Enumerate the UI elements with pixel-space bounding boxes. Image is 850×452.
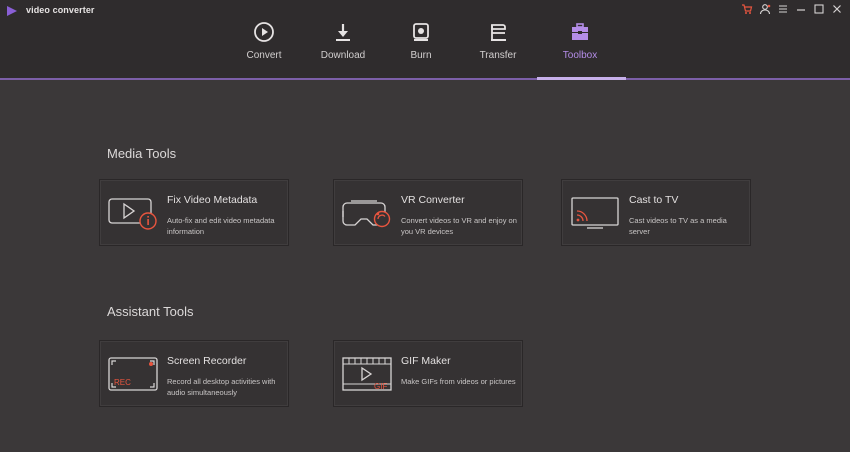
tab-label: Burn — [410, 50, 432, 61]
tab-toolbox[interactable]: Toolbox — [540, 20, 620, 78]
top-bar: video converter Convert Download Burn Tr… — [0, 0, 850, 80]
tab-convert[interactable]: Convert — [224, 20, 304, 78]
card-vr-converter[interactable]: VR Converter Convert videos to VR and en… — [333, 179, 523, 246]
card-title: Screen Recorder — [167, 355, 247, 367]
card-title: Fix Video Metadata — [167, 194, 258, 206]
gif-maker-icon: GIF — [342, 357, 392, 391]
cast-tv-icon — [571, 197, 619, 229]
card-description: Cast videos to TV as a media server — [629, 216, 727, 236]
burn-icon — [409, 20, 433, 44]
card-screen-recorder[interactable]: REC Screen Recorder Record all desktop a… — [99, 340, 289, 407]
tab-label: Convert — [246, 50, 282, 61]
card-cast-to-tv[interactable]: Cast to TV Cast videos to TV as a media … — [561, 179, 751, 246]
transfer-icon — [486, 20, 510, 44]
card-description: Auto-fix and edit video metadata informa… — [167, 216, 275, 236]
tab-label: Transfer — [479, 50, 517, 61]
tab-download[interactable]: Download — [303, 20, 383, 78]
tab-transfer[interactable]: Transfer — [458, 20, 538, 78]
card-gif-maker[interactable]: GIF GIF Maker Make GIFs from videos or p… — [333, 340, 523, 407]
gif-badge: GIF — [374, 382, 387, 391]
card-description: Record all desktop activities with audio… — [167, 377, 276, 397]
card-fix-video-metadata[interactable]: Fix Video Metadata Auto-fix and edit vid… — [99, 179, 289, 246]
card-description: Convert videos to VR and enjoy on you VR… — [401, 216, 517, 236]
tab-burn[interactable]: Burn — [381, 20, 461, 78]
active-tab-indicator — [537, 77, 626, 80]
toolbox-icon — [568, 20, 592, 44]
tab-label: Toolbox — [562, 50, 598, 61]
fix-metadata-icon — [108, 198, 157, 230]
card-title: GIF Maker — [401, 355, 451, 367]
convert-icon — [252, 20, 276, 44]
vr-headset-icon — [342, 200, 391, 228]
rec-badge: REC — [114, 378, 131, 387]
tab-label: Download — [320, 50, 366, 61]
main-tabs: Convert Download Burn Transfer Toolbox — [0, 0, 850, 80]
assistant-tools-heading: Assistant Tools — [107, 304, 194, 319]
card-description: Make GIFs from videos or pictures — [401, 377, 516, 386]
screen-recorder-icon: REC — [108, 357, 158, 391]
media-tools-heading: Media Tools — [107, 146, 177, 161]
card-title: VR Converter — [401, 194, 465, 206]
card-title: Cast to TV — [629, 194, 679, 206]
download-icon — [331, 20, 355, 44]
